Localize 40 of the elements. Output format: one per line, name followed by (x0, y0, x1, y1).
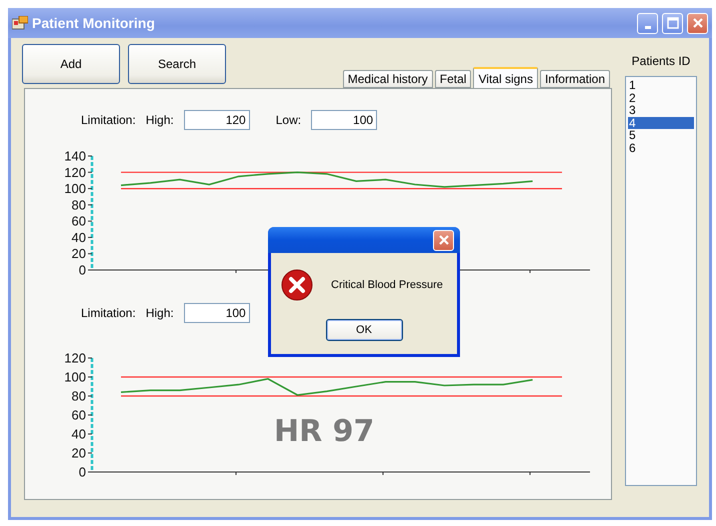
tab[interactable]: Information (540, 70, 610, 88)
limitation-label: Limitation: (81, 306, 136, 320)
axis-tick-label: 120 (64, 350, 86, 366)
axis-tick-label: 80 (72, 197, 86, 212)
list-item[interactable]: 1 (628, 79, 694, 92)
ok-button[interactable]: OK (326, 319, 402, 341)
axis-tick-label: 0 (78, 464, 86, 480)
limit-field[interactable]: 100 (184, 303, 250, 323)
field-label: High: (146, 306, 174, 320)
axis-tick-label: 0 (78, 262, 86, 278)
limit-field[interactable]: 120 (184, 110, 250, 130)
list-item[interactable]: 6 (628, 142, 694, 154)
field-label: Low: (276, 113, 302, 127)
axis-tick-label: 60 (72, 408, 86, 422)
tab[interactable]: Vital signs (473, 67, 538, 88)
list-title: Patients ID (632, 54, 690, 68)
toolbar-button[interactable]: Search (128, 44, 226, 84)
axis-tick-label: 20 (72, 246, 86, 262)
list-item[interactable]: 3 (628, 104, 694, 116)
field-label: High: (146, 113, 174, 127)
axis-tick-label: 100 (64, 370, 86, 384)
axis-tick-label: 120 (64, 164, 86, 180)
axis-tick-label: 40 (72, 230, 86, 245)
toolbar-button[interactable]: Add (22, 44, 120, 84)
alert-message: Critical Blood Pressure (331, 279, 443, 291)
axis-tick-label: 80 (72, 388, 86, 404)
axis-tick-label: 40 (72, 426, 86, 442)
limit-field[interactable]: 100 (311, 110, 378, 130)
axis-tick-label: 140 (64, 148, 86, 164)
tab[interactable]: Medical history (342, 70, 433, 88)
tab[interactable]: Fetal (434, 70, 472, 88)
axis-tick-label: 20 (72, 446, 86, 460)
vital-reading: HR 97 (274, 414, 374, 449)
list-item[interactable]: 2 (628, 92, 694, 104)
window-title: Patient Monitoring (32, 15, 156, 31)
list-item[interactable]: 5 (628, 129, 694, 142)
limitation-label: Limitation: (81, 113, 136, 127)
axis-tick-label: 60 (72, 214, 86, 229)
list-item[interactable]: 4 (628, 116, 694, 129)
axis-tick-label: 100 (64, 181, 86, 196)
